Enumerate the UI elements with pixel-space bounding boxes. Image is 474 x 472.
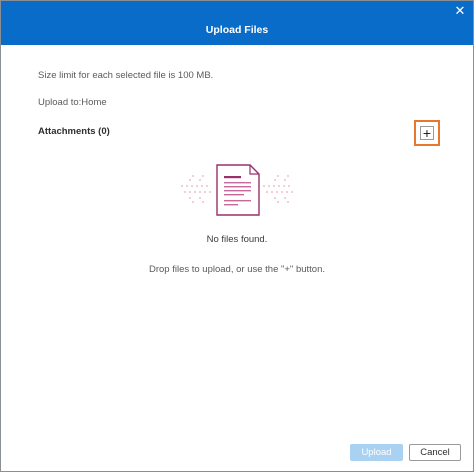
close-icon[interactable]: ✕ xyxy=(453,4,467,18)
add-button-highlight: + xyxy=(414,120,440,146)
upload-button[interactable]: Upload xyxy=(350,444,403,461)
dialog-header: Upload Files ✕ xyxy=(1,1,473,45)
empty-state-message: No files found. xyxy=(206,234,268,245)
upload-files-dialog: Upload Files ✕ Size limit for each selec… xyxy=(0,0,474,472)
left-dots-decoration xyxy=(181,175,211,203)
right-dots-decoration xyxy=(263,175,293,203)
add-file-button[interactable]: + xyxy=(420,126,434,140)
drop-instructions: Drop files to upload, or use the "+" but… xyxy=(148,264,325,275)
cancel-button[interactable]: Cancel xyxy=(409,444,461,461)
upload-destination-text: Upload to:Home xyxy=(38,97,107,108)
dialog-title: Upload Files xyxy=(205,24,269,36)
document-icon xyxy=(181,164,293,216)
size-limit-text: Size limit for each selected file is 100… xyxy=(38,70,214,81)
attachments-label: Attachments (0) xyxy=(38,126,110,137)
